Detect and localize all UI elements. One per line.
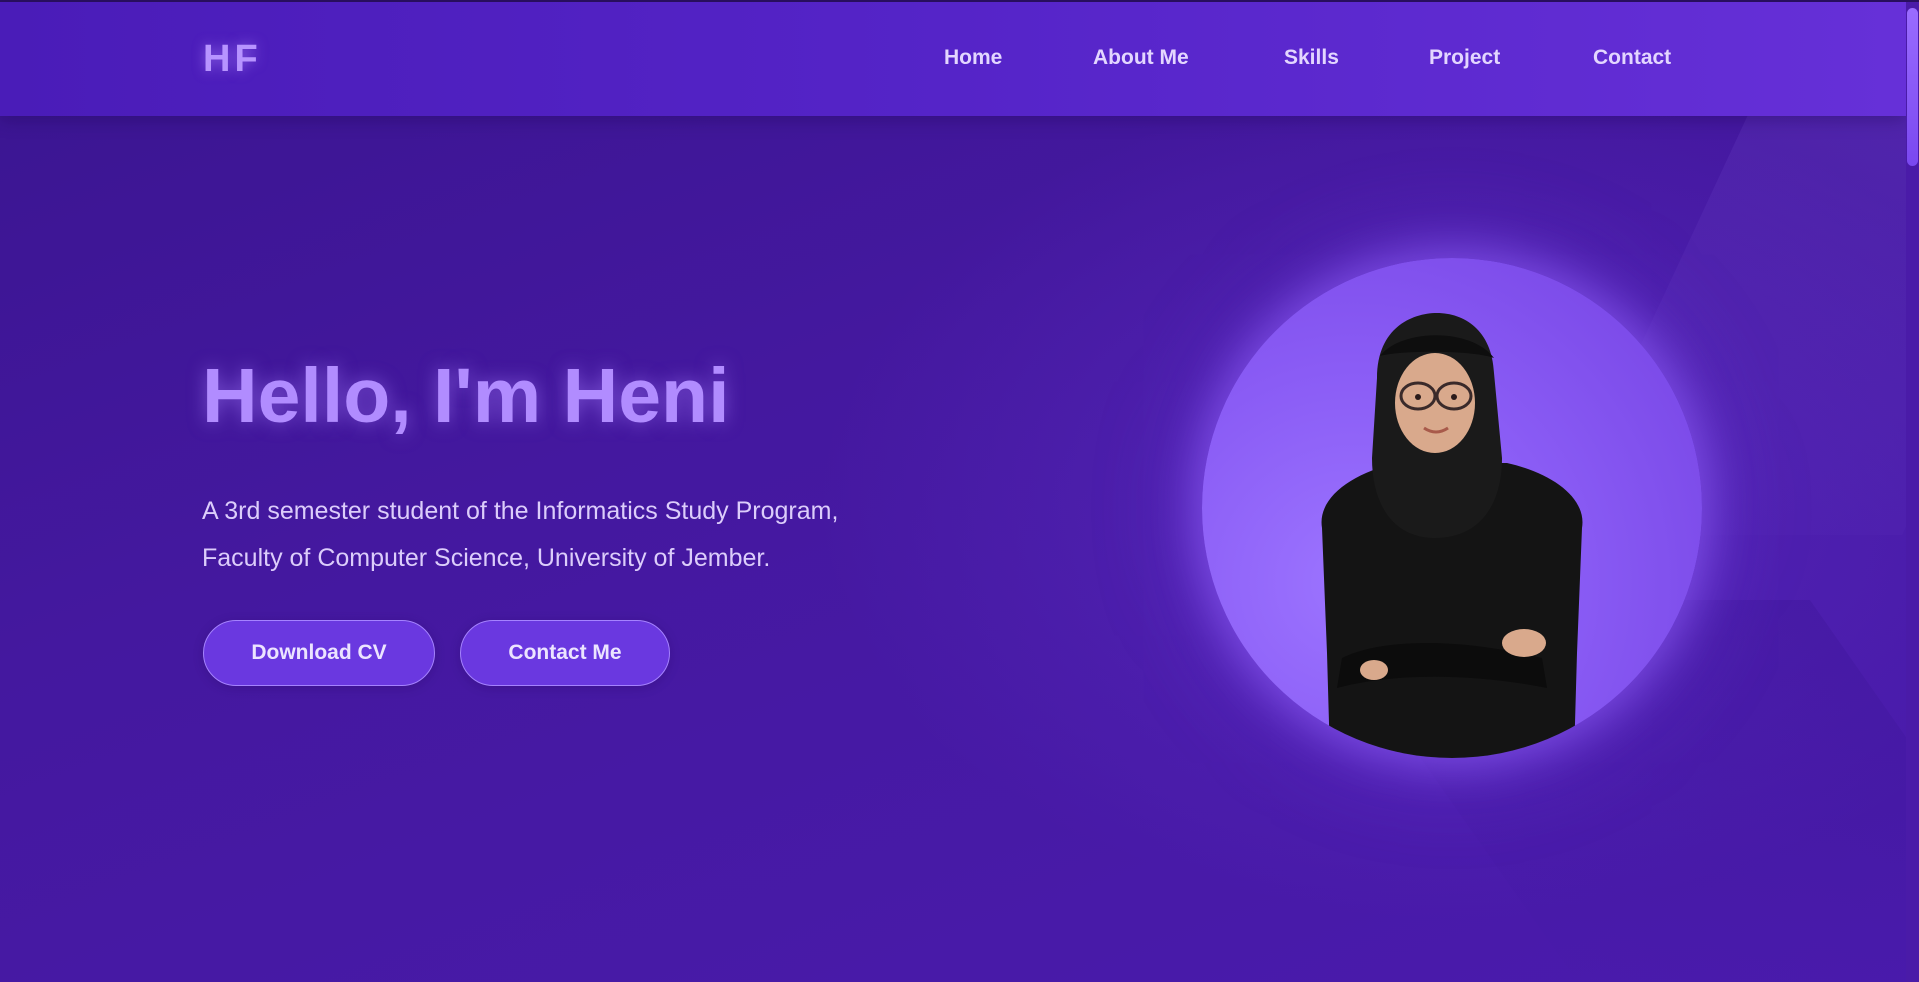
nav-link-home[interactable]: Home [944, 46, 1002, 70]
profile-photo-icon [1202, 258, 1702, 758]
download-cv-button[interactable]: Download CV [203, 620, 435, 686]
hero-description-line-2: Faculty of Computer Science, University … [202, 544, 771, 572]
scrollbar-thumb[interactable] [1907, 8, 1918, 166]
hero-description-line-1: A 3rd semester student of the Informatic… [202, 497, 839, 525]
nav-link-about-me[interactable]: About Me [1093, 46, 1189, 70]
nav-link-project[interactable]: Project [1429, 46, 1500, 70]
nav-link-contact[interactable]: Contact [1593, 46, 1671, 70]
person-illustration [1321, 313, 1583, 758]
logo[interactable]: HF [203, 38, 262, 81]
page: HF Home About Me Skills Project Contact … [0, 0, 1919, 982]
navbar: HF Home About Me Skills Project Contact [0, 2, 1906, 116]
nav-link-skills[interactable]: Skills [1284, 46, 1339, 70]
hero-title: Hello, I'm Heni [202, 353, 730, 439]
avatar-glow [1202, 258, 1702, 758]
hero-description: A 3rd semester student of the Informatic… [202, 488, 922, 582]
contact-me-button[interactable]: Contact Me [460, 620, 670, 686]
